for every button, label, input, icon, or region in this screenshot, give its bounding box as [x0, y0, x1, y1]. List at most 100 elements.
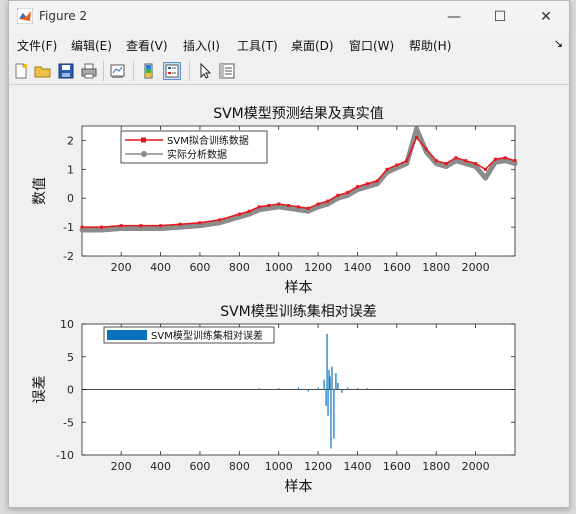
menu-overflow-icon[interactable]: ↘ [554, 37, 563, 50]
legend-label: SVM拟合训练数据 [167, 134, 249, 147]
error-bar [297, 387, 300, 390]
y-tick-label: -10 [56, 449, 74, 462]
error-bar [278, 388, 280, 390]
x-tick-label: 2000 [462, 460, 490, 473]
error-bar [331, 366, 333, 390]
y-tick-label: 10 [60, 318, 74, 331]
figure-window: Figure 2 — ☐ ✕ 文件(F) 编辑(E) 查看(V) 插入(I) 工… [8, 0, 570, 508]
toolbar [9, 58, 569, 85]
data-point-fit [316, 202, 320, 206]
menu-tools[interactable]: 工具(T) [237, 37, 278, 54]
minimize-button[interactable]: — [431, 1, 477, 33]
data-point-fit [178, 222, 182, 226]
error-bar [326, 333, 328, 390]
legend-marker-square [141, 137, 146, 143]
menu-desktop[interactable]: 桌面(D) [291, 37, 334, 54]
data-point-fit [336, 193, 340, 197]
y-tick-label: 5 [67, 351, 74, 364]
legend-marker-circle [141, 151, 147, 157]
x-tick-label: 200 [111, 261, 132, 274]
x-tick-label: 1400 [343, 460, 371, 473]
open-file-icon[interactable] [34, 62, 52, 80]
data-point-fit [444, 162, 448, 166]
menu-file[interactable]: 文件(F) [17, 37, 57, 54]
error-bar [347, 387, 349, 390]
error-bar [376, 388, 378, 390]
data-point-fit [385, 167, 389, 171]
error-bar [317, 387, 319, 390]
y-tick-label: 2 [67, 134, 74, 147]
menu-insert[interactable]: 插入(I) [183, 37, 220, 54]
x-tick-label: 1600 [383, 460, 411, 473]
data-point-fit [139, 224, 143, 228]
insert-colorbar-icon[interactable] [140, 62, 158, 80]
data-point-fit [119, 224, 123, 228]
data-point-fit [464, 159, 468, 163]
x-tick-label: 1600 [383, 261, 411, 274]
save-icon[interactable] [57, 62, 75, 80]
error-bar [335, 373, 337, 390]
data-point-fit [375, 179, 379, 183]
data-point-fit [513, 159, 517, 163]
error-bar [341, 389, 343, 393]
data-point-fit [198, 221, 202, 225]
close-button[interactable]: ✕ [523, 1, 569, 33]
link-plot-icon[interactable] [109, 62, 127, 80]
error-bar [337, 382, 339, 390]
pointer-icon[interactable] [196, 62, 214, 80]
x-tick-label: 400 [150, 460, 171, 473]
x-tick-label: 800 [229, 261, 250, 274]
legend-swatch [107, 330, 147, 340]
data-point-fit [99, 225, 103, 229]
x-tick-label: 1800 [422, 261, 450, 274]
data-point-fit [483, 167, 487, 171]
menu-window[interactable]: 窗口(W) [349, 37, 394, 54]
data-point-fit [424, 147, 428, 151]
toolbar-separator [189, 61, 190, 81]
error-bar [323, 379, 325, 390]
chart-title: SVM模型训练集相对误差 [220, 303, 377, 320]
x-tick-label: 1400 [343, 261, 371, 274]
figure-canvas: SVM模型预测结果及真实值 样本 数值 200 400 600 800 1000 1200 140… [9, 85, 569, 505]
x-axis-label: 样本 [285, 280, 313, 296]
error-bar [330, 389, 332, 449]
error-bar [325, 389, 327, 406]
data-point-fit [267, 203, 271, 207]
error-bar [356, 388, 359, 390]
data-point-fit [306, 206, 310, 210]
x-tick-label: 1000 [265, 261, 293, 274]
data-point-fit [395, 163, 399, 167]
menu-help[interactable]: 帮助(H) [409, 37, 451, 54]
error-bar [258, 388, 260, 390]
y-tick-label: -1 [63, 221, 74, 234]
data-point-fit [159, 224, 163, 228]
data-point-fit [247, 209, 251, 213]
x-tick-label: 1200 [304, 261, 332, 274]
chart-title: SVM模型预测结果及真实值 [213, 106, 384, 122]
property-inspector-icon[interactable] [218, 62, 236, 80]
maximize-button[interactable]: ☐ [477, 1, 523, 33]
y-tick-label: 0 [67, 192, 74, 205]
data-point-fit [257, 205, 261, 209]
x-tick-label: 1800 [422, 460, 450, 473]
data-point-fit [237, 212, 241, 216]
data-point-fit [434, 159, 438, 163]
menu-bar: 文件(F) 编辑(E) 查看(V) 插入(I) 工具(T) 桌面(D) 窗口(W… [9, 34, 569, 56]
new-figure-icon[interactable] [12, 62, 30, 80]
y-tick-label: 1 [67, 163, 74, 176]
data-point-fit [474, 162, 478, 166]
print-icon[interactable] [80, 62, 98, 80]
data-point-fit [277, 202, 281, 206]
menu-edit[interactable]: 编辑(E) [71, 37, 112, 54]
data-point-actual [414, 126, 420, 132]
error-bar [366, 388, 369, 390]
insert-legend-icon[interactable] [163, 62, 181, 80]
x-tick-label: 1000 [265, 460, 293, 473]
x-tick-label: 2000 [462, 261, 490, 274]
x-tick-label: 600 [189, 261, 210, 274]
menu-view[interactable]: 查看(V) [126, 37, 168, 54]
data-point-fit [415, 136, 419, 140]
y-tick-label: -5 [63, 416, 74, 429]
legend-label: SVM模型训练集相对误差 [151, 329, 263, 342]
error-bar [333, 389, 335, 439]
